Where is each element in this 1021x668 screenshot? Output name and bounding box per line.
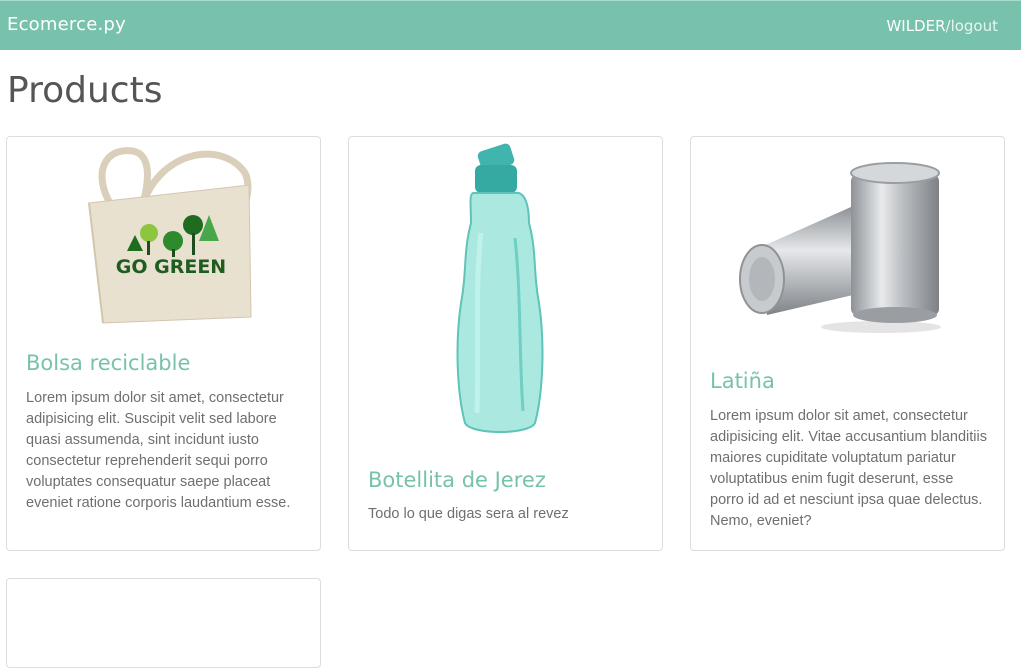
navbar: Ecomerce.py WILDER/logout [0, 0, 1021, 50]
product-description: Todo lo que digas sera al revez [368, 506, 569, 522]
username-link[interactable]: WILDER [886, 17, 945, 35]
water-bottle-icon [456, 143, 544, 433]
product-description: Lorem ipsum dolor sit amet, consectetur … [710, 408, 987, 529]
bag-print-text: GO GREEN [116, 256, 226, 278]
product-card[interactable]: Latiña Lorem ipsum dolor sit amet, conse… [690, 136, 1005, 551]
product-card[interactable]: GO GREEN Bolsa reciclable Lorem ipsum do… [6, 136, 321, 551]
product-title[interactable]: Botellita de Jerez [368, 468, 546, 492]
logout-link[interactable]: logout [951, 17, 998, 35]
product-card[interactable]: Botellita de Jerez Todo lo que digas ser… [348, 136, 663, 551]
user-area: WILDER/logout [886, 17, 998, 35]
cans-icon [739, 162, 941, 333]
product-title[interactable]: Latiña [710, 369, 775, 393]
product-title[interactable]: Bolsa reciclable [26, 351, 190, 375]
brand-link[interactable]: Ecomerce.py [7, 14, 126, 35]
tote-bag-icon: GO GREEN [88, 147, 252, 324]
product-description: Lorem ipsum dolor sit amet, consectetur … [26, 390, 291, 511]
product-card[interactable] [6, 578, 321, 668]
page-title: Products [7, 70, 163, 111]
